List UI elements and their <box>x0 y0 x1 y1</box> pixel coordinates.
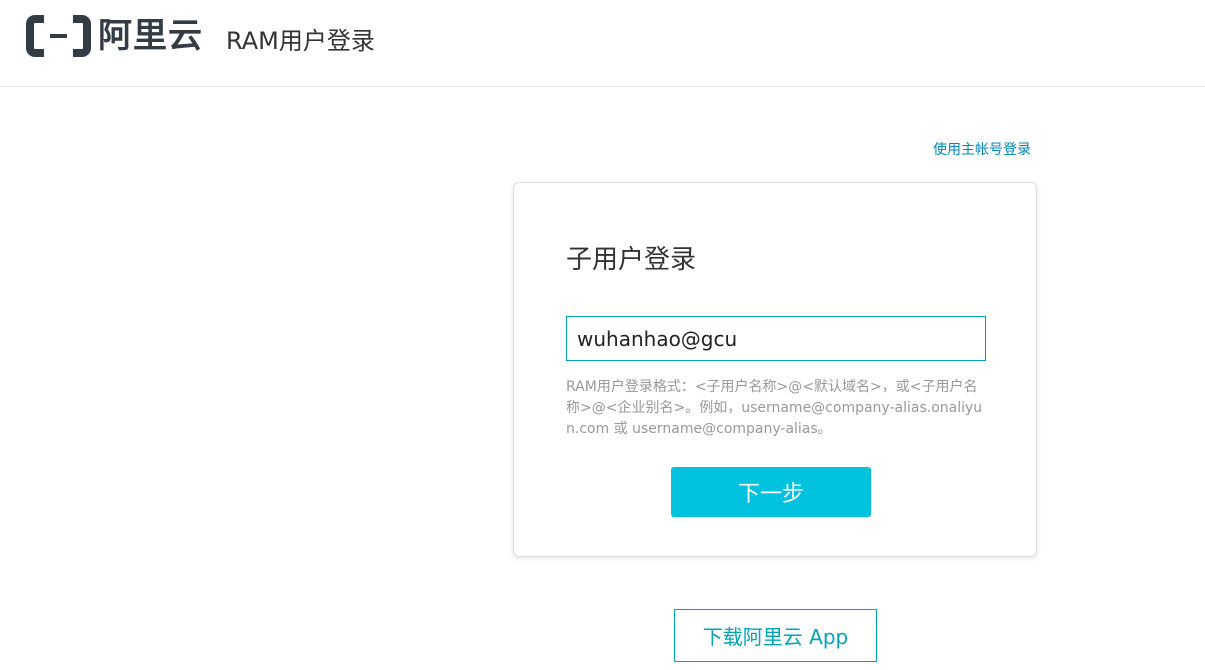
login-card: 子用户登录 RAM用户登录格式：<子用户名称>@<默认域名>，或<子用户名称>@… <box>513 182 1037 557</box>
aliyun-logo[interactable]: 阿里云 <box>26 15 203 57</box>
logo-text: 阿里云 <box>98 16 203 56</box>
main-account-login-link[interactable]: 使用主帐号登录 <box>933 140 1031 160</box>
username-input[interactable] <box>566 316 986 361</box>
aliyun-logo-icon <box>26 15 91 57</box>
login-format-hint: RAM用户登录格式：<子用户名称>@<默认域名>，或<子用户名称>@<企业别名>… <box>566 379 983 437</box>
next-button[interactable]: 下一步 <box>671 467 871 517</box>
header: 阿里云 RAM用户登录 <box>0 0 1205 87</box>
card-title: 子用户登录 <box>566 245 697 275</box>
download-app-button[interactable]: 下载阿里云 App <box>674 609 877 662</box>
page-title: RAM用户登录 <box>226 27 375 55</box>
